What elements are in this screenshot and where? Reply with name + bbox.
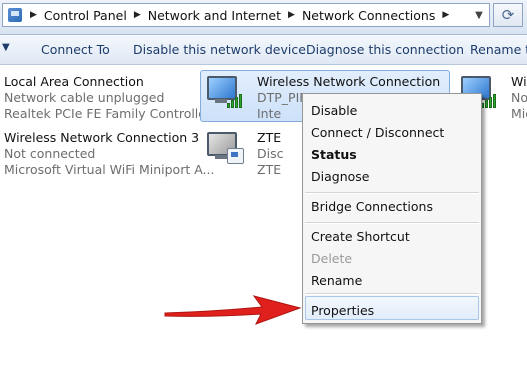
red-arrow-annotation: [164, 295, 302, 325]
